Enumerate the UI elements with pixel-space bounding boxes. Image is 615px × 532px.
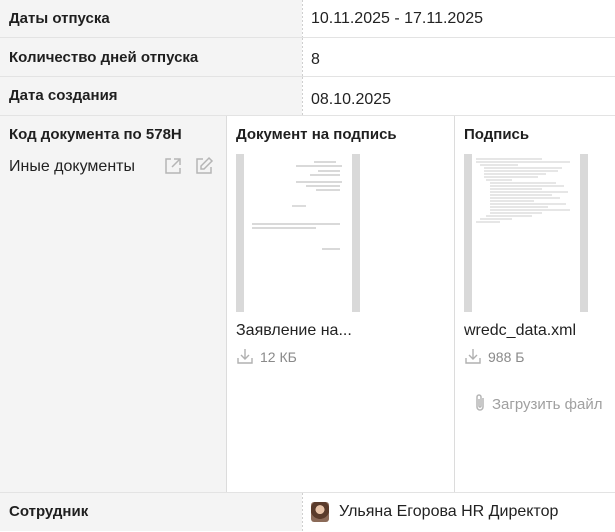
doc-code-value: Иные документы: [9, 158, 135, 175]
download-icon[interactable]: [464, 347, 482, 365]
for-signature-column: Документ на подпись Заявление на... 12 К…: [227, 116, 455, 492]
doc-code-column: Код документа по 578Н Иные документы: [0, 116, 227, 492]
signature-file-name[interactable]: wredc_data.xml: [464, 322, 576, 340]
signature-column: Подпись wredc_data.xml 988 Б Загрузить ф…: [455, 116, 615, 492]
vacation-days-value: 8: [311, 51, 320, 68]
for-signature-file-size: 12 КБ: [260, 349, 297, 365]
vacation-days-label: Количество дней отпуска: [0, 38, 302, 76]
for-signature-title: Документ на подпись: [236, 126, 397, 143]
vacation-dates-label: Даты отпуска: [0, 0, 302, 37]
avatar: [311, 502, 329, 522]
created-date-row: Дата создания 08.10.2025: [0, 77, 615, 116]
signature-download[interactable]: 988 Б: [464, 347, 524, 365]
upload-file-button[interactable]: Загрузить файл: [472, 393, 602, 413]
edit-icon[interactable]: [194, 156, 214, 176]
vacation-dates-value: 10.11.2025 - 17.11.2025: [311, 10, 483, 27]
for-signature-file-name[interactable]: Заявление на...: [236, 322, 352, 340]
employee-value[interactable]: Ульяна Егорова HR Директор: [311, 502, 558, 522]
signature-thumbnail[interactable]: [464, 154, 588, 312]
for-signature-download[interactable]: 12 КБ: [236, 347, 297, 365]
upload-file-label: Загрузить файл: [492, 396, 603, 413]
created-date-value: 08.10.2025: [311, 91, 392, 108]
created-date-label: Дата создания: [0, 77, 302, 115]
documents-section: Код документа по 578Н Иные документы Док…: [0, 116, 615, 493]
document-thumbnail[interactable]: [236, 154, 360, 312]
vacation-days-row: Количество дней отпуска 8: [0, 38, 615, 77]
signature-title: Подпись: [464, 126, 530, 143]
paperclip-icon: [476, 394, 484, 411]
employee-name: Ульяна Егорова HR Директор: [339, 503, 559, 520]
external-link-icon[interactable]: [163, 156, 183, 176]
download-icon[interactable]: [236, 347, 254, 365]
vacation-dates-row: Даты отпуска 10.11.2025 - 17.11.2025: [0, 0, 615, 38]
signature-file-size: 988 Б: [488, 349, 525, 365]
employee-label: Сотрудник: [0, 493, 302, 531]
doc-code-title: Код документа по 578Н: [9, 126, 182, 143]
employee-row: Сотрудник Ульяна Егорова HR Директор: [0, 493, 615, 531]
